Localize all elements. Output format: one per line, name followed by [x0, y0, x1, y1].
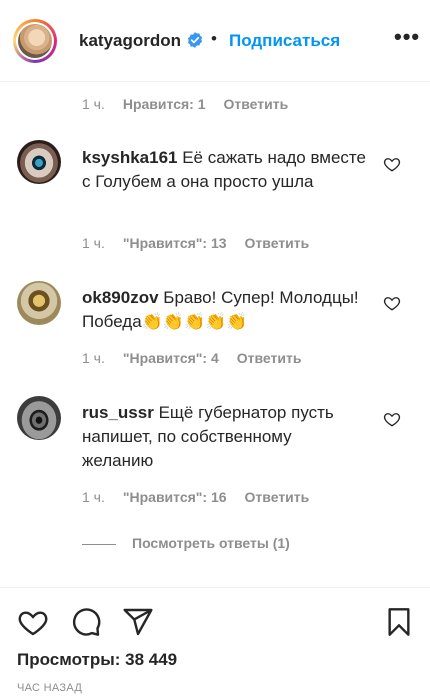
- comment-username[interactable]: ksyshka161: [82, 148, 177, 167]
- more-options-icon[interactable]: •••: [394, 24, 420, 50]
- comment-time: 1 ч.: [82, 489, 105, 505]
- reply-button[interactable]: Ответить: [245, 235, 310, 251]
- reply-button[interactable]: Ответить: [224, 96, 289, 112]
- heart-icon[interactable]: [17, 606, 49, 638]
- views-count[interactable]: Просмотры: 38 449: [17, 650, 177, 670]
- avatar[interactable]: [17, 396, 61, 440]
- comment-likes[interactable]: "Нравится": 4: [123, 350, 219, 366]
- post-header: katyagordon • Подписаться •••: [0, 0, 430, 82]
- comment-username[interactable]: ok890zov: [82, 288, 159, 307]
- username[interactable]: katyagordon: [79, 31, 181, 51]
- view-replies-button[interactable]: Посмотреть ответы (1): [82, 535, 290, 551]
- avatar[interactable]: [17, 140, 61, 184]
- comment-username[interactable]: rus_ussr: [82, 403, 154, 422]
- comment-meta: 1 ч. Нравится: 1 Ответить: [82, 96, 306, 112]
- view-replies-label: Посмотреть ответы (1): [132, 535, 290, 551]
- comment-meta: 1 ч. "Нравится": 4 Ответить: [82, 350, 319, 366]
- post-time[interactable]: ЧАС НАЗАД: [17, 682, 82, 694]
- comment-text: rus_ussr Ещё губернатор пусть напишет, п…: [82, 401, 367, 473]
- divider: [82, 543, 116, 545]
- comment-likes[interactable]: "Нравится": 16: [123, 489, 227, 505]
- avatar[interactable]: [17, 281, 61, 325]
- like-heart-icon[interactable]: [383, 410, 401, 428]
- comment-likes[interactable]: "Нравится": 13: [123, 235, 227, 251]
- share-icon[interactable]: [122, 606, 154, 638]
- comment-meta: 1 ч. "Нравится": 13 Ответить: [82, 235, 327, 251]
- like-heart-icon[interactable]: [383, 155, 401, 173]
- comment-meta: 1 ч. "Нравится": 16 Ответить: [82, 489, 327, 505]
- comment-time: 1 ч.: [82, 235, 105, 251]
- reply-button[interactable]: Ответить: [237, 350, 302, 366]
- bookmark-icon[interactable]: [383, 606, 415, 638]
- comment-likes[interactable]: Нравится: 1: [123, 96, 206, 112]
- comments-list: 1 ч. Нравится: 1 Ответить ksyshka161 Её са…: [0, 82, 430, 587]
- comment-time: 1 ч.: [82, 350, 105, 366]
- comment-text: ksyshka161 Её сажать надо вместе с Голуб…: [82, 146, 367, 194]
- comment-text: ok890zov Браво! Супер! Молодцы! Победа👏👏…: [82, 286, 367, 334]
- separator-dot: •: [211, 29, 217, 48]
- avatar[interactable]: [13, 19, 57, 63]
- like-heart-icon[interactable]: [383, 294, 401, 312]
- reply-button[interactable]: Ответить: [245, 489, 310, 505]
- post-actions: Просмотры: 38 449 ЧАС НАЗАД: [0, 587, 430, 700]
- comment-icon[interactable]: [70, 606, 102, 638]
- follow-button[interactable]: Подписаться: [229, 31, 340, 51]
- comment-time: 1 ч.: [82, 96, 105, 112]
- verified-badge-icon: [187, 32, 203, 48]
